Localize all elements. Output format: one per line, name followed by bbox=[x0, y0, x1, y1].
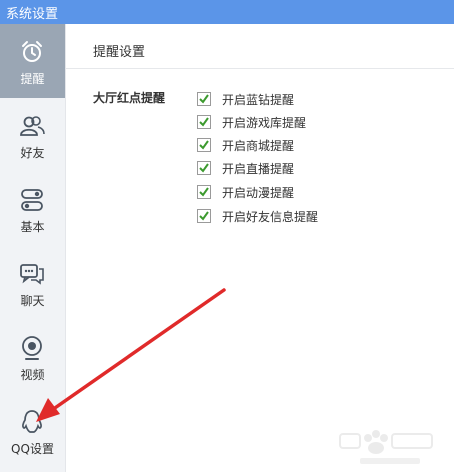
section-title: 提醒设置 bbox=[93, 45, 146, 60]
sidebar-item-basic[interactable]: 基本 bbox=[0, 172, 65, 246]
sidebar-item-friends[interactable]: 好友 bbox=[0, 98, 65, 172]
option-label: 开启游戏库提醒 bbox=[222, 116, 307, 130]
webcam-icon bbox=[22, 336, 42, 360]
sidebar-item-chat[interactable]: 聊天 bbox=[0, 246, 65, 320]
option-label: 开启直播提醒 bbox=[222, 162, 295, 176]
checkbox[interactable] bbox=[197, 138, 211, 152]
qq-penguin-icon bbox=[22, 410, 42, 433]
sidebar-item-label: 视频 bbox=[20, 368, 45, 382]
checkbox[interactable] bbox=[197, 92, 211, 106]
sidebar-item-qq-settings[interactable]: QQ设置 bbox=[0, 394, 65, 468]
alarm-clock-icon bbox=[22, 41, 42, 62]
watermark-logo bbox=[339, 430, 433, 464]
checkmark-icon bbox=[199, 163, 209, 173]
group-label: 大厅红点提醒 bbox=[93, 91, 166, 105]
sidebar-item-label: 聊天 bbox=[20, 294, 45, 308]
checkbox[interactable] bbox=[197, 161, 211, 175]
window-title: 系统设置 bbox=[6, 7, 59, 22]
option-label: 开启好友信息提醒 bbox=[222, 210, 319, 224]
title-bar: 系统设置 bbox=[0, 0, 454, 24]
checkbox[interactable] bbox=[197, 185, 211, 199]
sidebar-item-label: 提醒 bbox=[20, 72, 45, 86]
annotation-arrow bbox=[36, 288, 226, 422]
sidebar: 提醒 好友 基本 聊天 视频 QQ设置 bbox=[0, 24, 65, 472]
sidebar-item-label: 基本 bbox=[20, 220, 45, 234]
checkbox[interactable] bbox=[197, 115, 211, 129]
sidebar-item-label: 好友 bbox=[20, 146, 45, 160]
option-label: 开启动漫提醒 bbox=[222, 186, 295, 200]
checkbox[interactable] bbox=[197, 209, 211, 223]
chat-bubbles-icon bbox=[20, 264, 44, 285]
sidebar-item-video[interactable]: 视频 bbox=[0, 320, 65, 394]
sidebar-divider bbox=[65, 24, 66, 472]
option-label: 开启商城提醒 bbox=[222, 139, 295, 153]
sidebar-item-label: QQ设置 bbox=[11, 442, 54, 456]
checkmark-icon bbox=[199, 211, 209, 221]
checkmark-icon bbox=[199, 140, 209, 150]
option-label: 开启蓝钻提醒 bbox=[222, 93, 295, 107]
checkmark-icon bbox=[199, 94, 209, 104]
friends-icon bbox=[20, 116, 45, 136]
checkmark-icon bbox=[199, 117, 209, 127]
toggle-switches-icon bbox=[21, 189, 43, 211]
sidebar-item-reminders[interactable]: 提醒 bbox=[0, 24, 65, 98]
section-divider bbox=[66, 68, 454, 69]
checkmark-icon bbox=[199, 187, 209, 197]
